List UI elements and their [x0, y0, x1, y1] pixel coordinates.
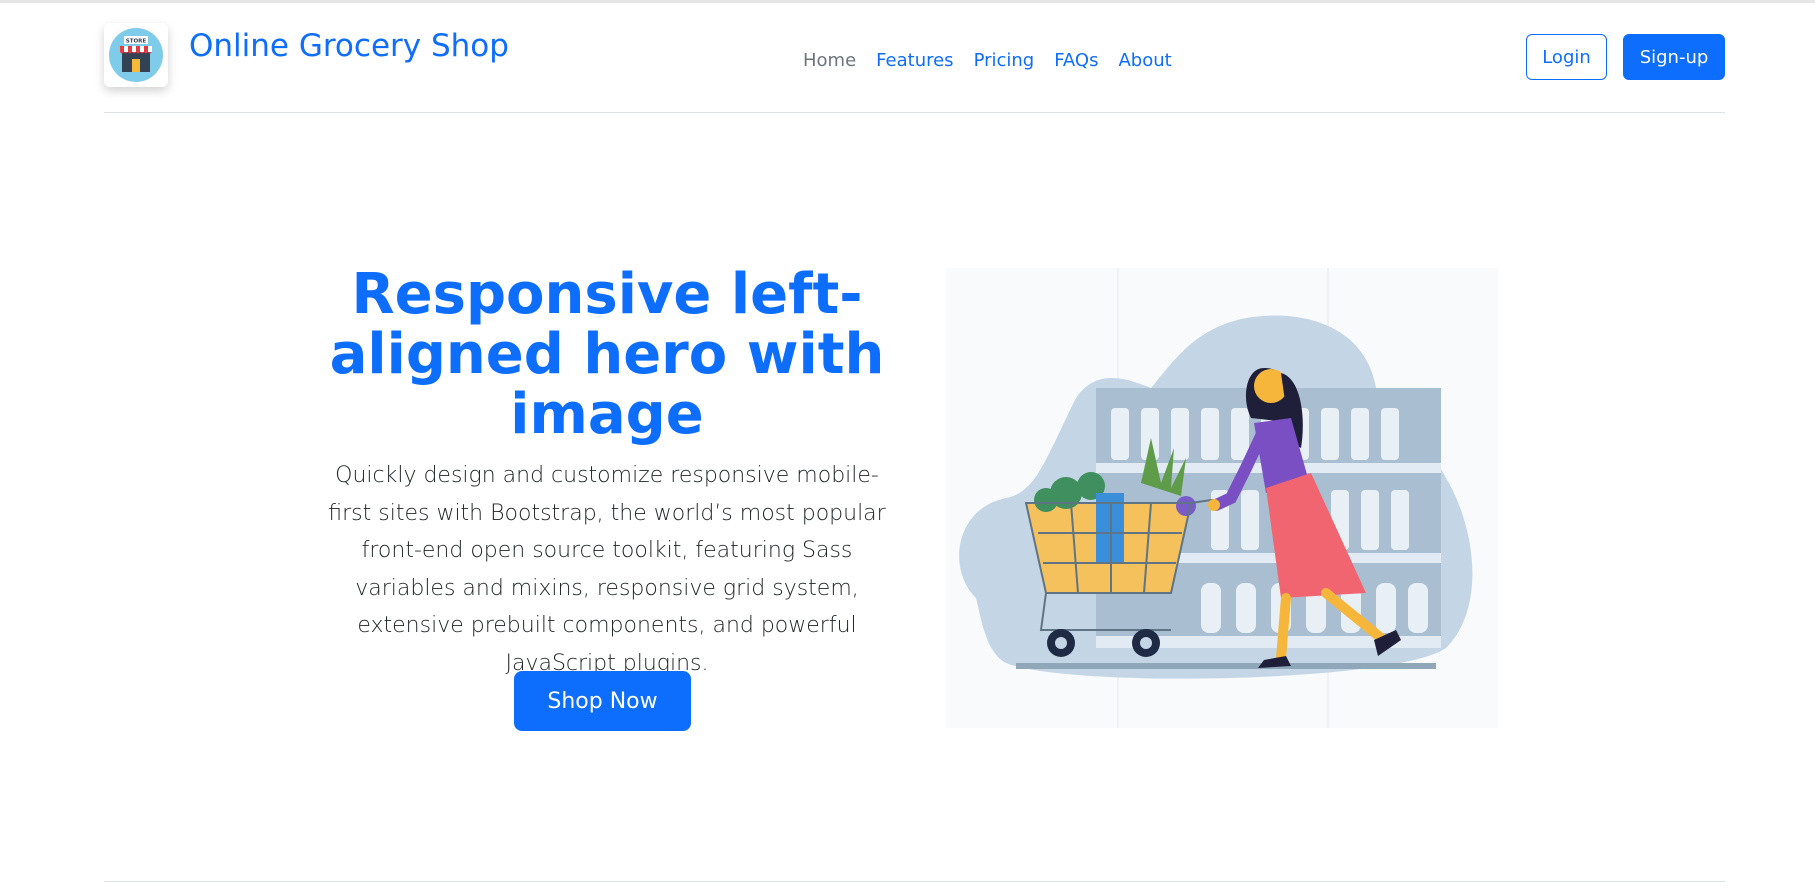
nav-pricing-link[interactable]: Pricing	[964, 47, 1045, 75]
brand-link[interactable]: STORE Online Grocery Shop	[104, 23, 509, 87]
nav-features-link[interactable]: Features	[866, 47, 963, 75]
hero-title: Responsive left-aligned hero with image	[329, 262, 885, 447]
main-nav: Home Features Pricing FAQs About	[793, 47, 1182, 75]
logo-sign-text: STORE	[126, 39, 147, 45]
login-button[interactable]: Login	[1526, 34, 1607, 80]
nav-about-link[interactable]: About	[1108, 47, 1181, 75]
site-header: STORE Online Grocery Shop Home Features …	[104, 3, 1725, 113]
nav-faqs-link[interactable]: FAQs	[1044, 47, 1108, 75]
hero-description: Quickly design and customize responsive …	[328, 463, 886, 676]
store-logo-icon: STORE	[104, 23, 168, 87]
shop-now-button[interactable]: Shop Now	[514, 671, 691, 731]
bottom-divider	[104, 881, 1725, 882]
nav-home-link[interactable]: Home	[793, 47, 866, 75]
woman-shopping-cart-icon	[946, 268, 1498, 728]
hero-text-block: Responsive left-aligned hero with image …	[322, 265, 892, 683]
hero-image-shopping-illustration	[946, 268, 1498, 728]
brand-name: Online Grocery Shop	[189, 28, 509, 64]
signup-button[interactable]: Sign-up	[1623, 34, 1725, 80]
